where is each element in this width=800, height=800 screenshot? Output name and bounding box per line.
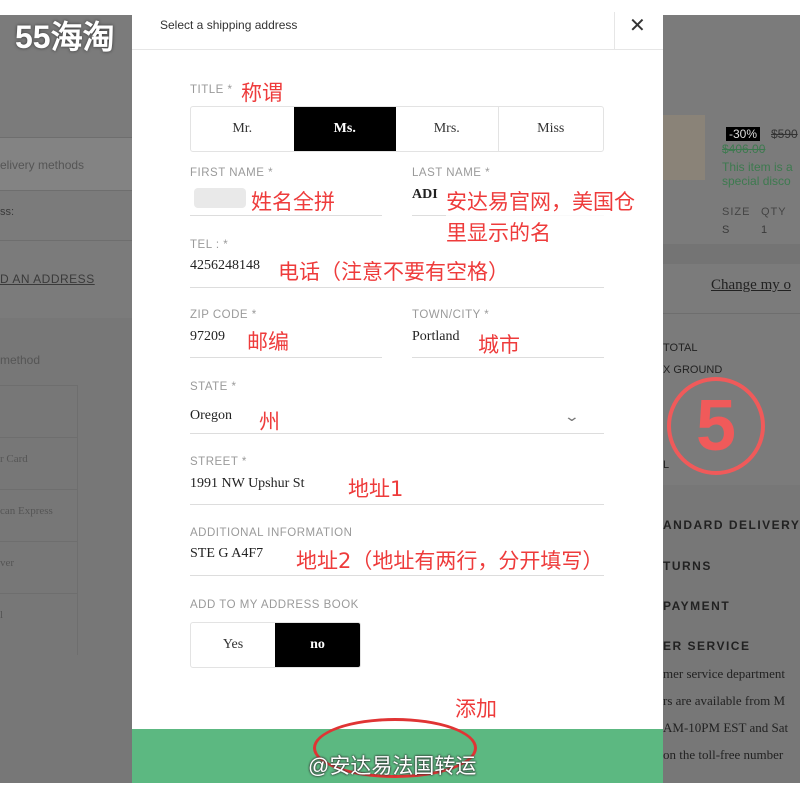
change-order-link[interactable]: Change my o bbox=[711, 277, 791, 294]
qty-value: 1 bbox=[761, 224, 768, 236]
state-label: STATE * bbox=[190, 381, 237, 393]
annotation-city: 城市 bbox=[478, 333, 520, 357]
city-label: TOWN/CITY * bbox=[412, 309, 490, 321]
address-label: ss: bbox=[0, 206, 15, 218]
title-option-mrs[interactable]: Mrs. bbox=[396, 107, 499, 151]
service-text: mer service department bbox=[663, 666, 785, 681]
tel-input[interactable]: 4256248148 bbox=[190, 258, 260, 274]
first-name-input[interactable] bbox=[194, 188, 246, 208]
discount-badge: -30% bbox=[726, 127, 761, 141]
delivery-methods-text: elivery methods bbox=[0, 158, 85, 172]
payment-heading[interactable]: PAYMENT bbox=[663, 599, 730, 613]
annotation-additional: 地址2（地址有两行，分开填写） bbox=[296, 549, 604, 573]
product-image bbox=[663, 115, 705, 180]
total-label: TOTAL bbox=[663, 342, 698, 354]
title-option-ms[interactable]: Ms. bbox=[293, 107, 396, 151]
customer-service-heading[interactable]: ER SERVICE bbox=[663, 639, 750, 653]
address-book-yes[interactable]: Yes bbox=[191, 623, 275, 667]
watermark-logo: 55海淘 bbox=[15, 19, 115, 55]
modal-title: Select a shipping address bbox=[160, 18, 298, 32]
additional-info-label: ADDITIONAL INFORMATION bbox=[190, 527, 353, 539]
standard-delivery-heading[interactable]: ANDARD DELIVERY bbox=[663, 518, 800, 532]
shipping-address-modal: Select a shipping address ✕ TITLE * Mr. … bbox=[132, 0, 663, 783]
address-book-toggle: Yes no bbox=[190, 622, 361, 668]
add-address-link[interactable]: D AN ADDRESS bbox=[0, 272, 95, 286]
annotation-last-name: 安达易官网，美国仓 bbox=[446, 186, 635, 216]
returns-heading[interactable]: TURNS bbox=[663, 559, 712, 573]
title-label: TITLE * bbox=[190, 84, 233, 96]
annotation-add: 添加 bbox=[455, 697, 497, 721]
promo-line: This item is a bbox=[722, 160, 793, 174]
annotation-zip: 邮编 bbox=[247, 330, 289, 354]
payment-card-option[interactable]: l bbox=[0, 609, 3, 621]
size-label: SIZE bbox=[722, 206, 751, 218]
chevron-down-icon[interactable]: ⌄ bbox=[564, 408, 580, 425]
title-option-miss[interactable]: Miss bbox=[499, 107, 603, 151]
watermark-bottom: @安达易法国转运 bbox=[308, 755, 477, 778]
last-name-label: LAST NAME * bbox=[412, 167, 491, 179]
step-number-badge: 5 bbox=[667, 377, 765, 475]
payment-card-option[interactable]: r Card bbox=[0, 453, 28, 465]
shipping-label: X GROUND bbox=[663, 364, 723, 376]
title-option-mr[interactable]: Mr. bbox=[191, 107, 294, 151]
total-line: L bbox=[663, 459, 670, 471]
tel-label: TEL : * bbox=[190, 239, 229, 251]
original-price: $590 bbox=[771, 127, 798, 141]
service-text: AM-10PM EST and Sat bbox=[663, 720, 789, 735]
street-label: STREET * bbox=[190, 456, 247, 468]
payment-card-option[interactable]: can Express bbox=[0, 505, 53, 517]
annotation-tel: 电话（注意不要有空格） bbox=[278, 260, 509, 284]
annotation-street: 地址1 bbox=[348, 477, 404, 501]
street-input[interactable]: 1991 NW Upshur St bbox=[190, 476, 304, 492]
sale-price: $406.00 bbox=[722, 142, 766, 156]
modal-header: Select a shipping address ✕ bbox=[132, 0, 663, 50]
last-name-input[interactable]: ADI bbox=[412, 187, 438, 203]
close-icon[interactable]: ✕ bbox=[629, 13, 646, 38]
address-book-label: ADD TO MY ADDRESS BOOK bbox=[190, 599, 359, 611]
service-text: on the toll-free number bbox=[663, 747, 784, 762]
payment-card-option[interactable]: ver bbox=[0, 557, 14, 569]
first-name-label: FIRST NAME * bbox=[190, 167, 274, 179]
annotation-first-name: 姓名全拼 bbox=[251, 190, 335, 214]
city-input[interactable]: Portland bbox=[412, 329, 459, 345]
zip-input[interactable]: 97209 bbox=[190, 329, 225, 345]
service-text: rs are available from M bbox=[663, 693, 786, 708]
annotation-last-name: 里显示的名 bbox=[446, 221, 551, 245]
annotation-state: 州 bbox=[259, 410, 280, 434]
payment-method-text: method bbox=[0, 353, 41, 367]
state-select[interactable]: Oregon bbox=[190, 408, 232, 424]
zip-label: ZIP CODE * bbox=[190, 309, 257, 321]
annotation-title: 称谓 bbox=[241, 81, 283, 105]
additional-info-input[interactable]: STE G A4F7 bbox=[190, 546, 263, 562]
size-value: S bbox=[722, 224, 730, 236]
title-selector: Mr. Ms. Mrs. Miss bbox=[190, 106, 604, 152]
qty-label: QTY bbox=[761, 206, 787, 218]
promo-line: special disco bbox=[722, 174, 791, 188]
address-book-no[interactable]: no bbox=[275, 623, 360, 667]
